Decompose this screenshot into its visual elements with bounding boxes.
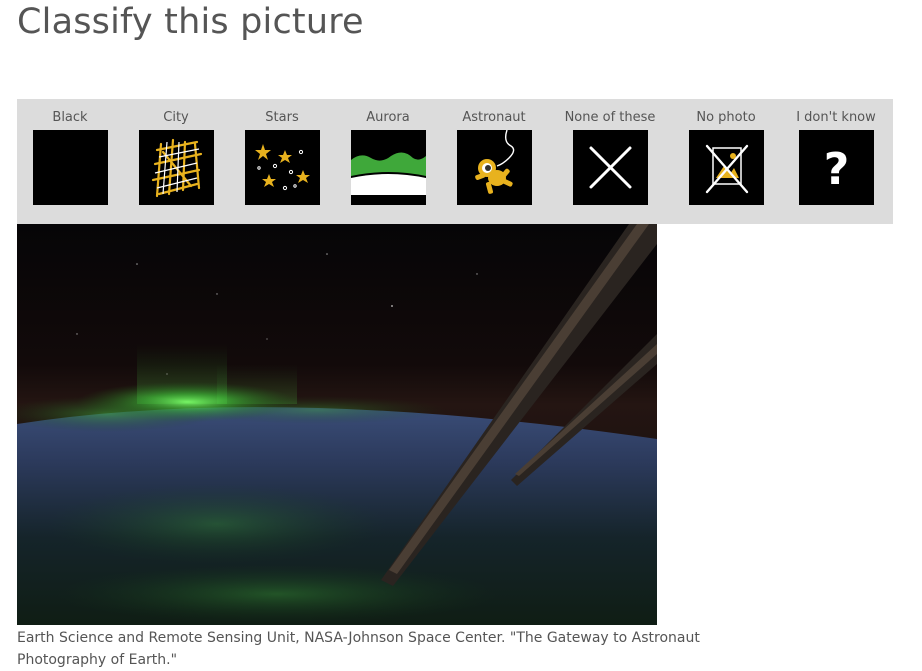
x-cross-icon — [572, 130, 648, 205]
option-no-photo-label: No photo — [696, 110, 756, 125]
option-aurora-label: Aurora — [366, 110, 410, 125]
option-city-label: City — [163, 110, 189, 125]
option-black-label: Black — [52, 110, 88, 125]
city-map-icon — [138, 130, 214, 205]
astronaut-icon — [456, 130, 532, 205]
option-none-of-these-button[interactable]: None of these — [555, 99, 665, 224]
question-mark-icon: ? — [798, 130, 874, 205]
aurora-icon — [350, 130, 426, 205]
option-stars-label: Stars — [265, 110, 299, 125]
option-astronaut-button[interactable]: Astronaut — [439, 99, 549, 224]
svg-text:?: ? — [823, 144, 849, 195]
classification-options-bar: Black City Stars Aurora Astronaut None o… — [17, 99, 893, 224]
option-black-button[interactable]: Black — [15, 99, 125, 224]
page-title: Classify this picture — [17, 2, 364, 42]
option-stars-button[interactable]: Stars — [227, 99, 337, 224]
option-i-dont-know-button[interactable]: I don't know ? — [781, 99, 891, 224]
black-square-icon — [32, 130, 108, 205]
classification-photo — [17, 224, 657, 625]
option-none-of-these-label: None of these — [564, 110, 656, 125]
photo-credit: Earth Science and Remote Sensing Unit, N… — [17, 630, 700, 668]
option-astronaut-label: Astronaut — [462, 110, 526, 125]
option-no-photo-button[interactable]: No photo — [671, 99, 781, 224]
no-photo-icon — [688, 130, 764, 205]
option-city-button[interactable]: City — [121, 99, 231, 224]
stars-icon — [244, 130, 320, 205]
option-aurora-button[interactable]: Aurora — [333, 99, 443, 224]
option-i-dont-know-label: I don't know — [796, 110, 876, 125]
